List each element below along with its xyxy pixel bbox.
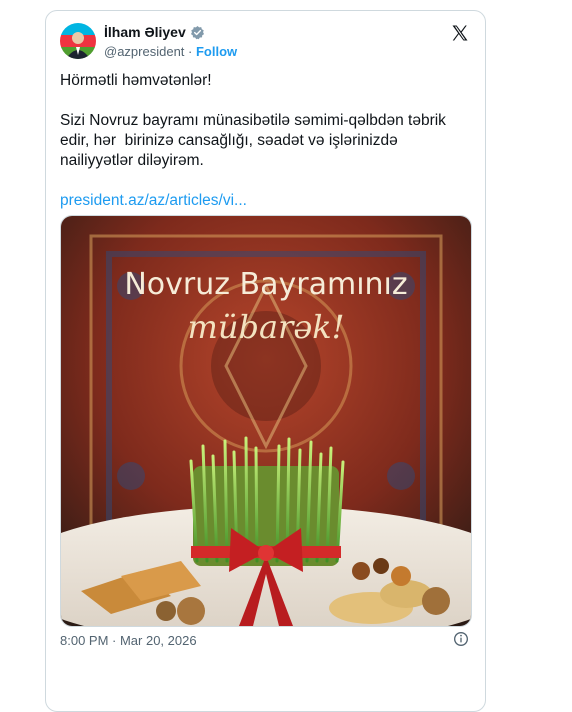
author-handle[interactable]: @azpresident (104, 44, 184, 59)
tweet-greeting: Hörmətli həmvətənlər! (60, 72, 212, 89)
article-link[interactable]: president.az/az/articles/vi... (60, 192, 247, 209)
image-script-text: mübarək! (188, 308, 345, 346)
handle-row: @azpresident · Follow (104, 44, 237, 59)
tweet-message: Sizi Novruz bayramı münasibətilə səmimi-… (60, 112, 451, 169)
novruz-greeting-image: Novruz Bayramınız mübarək! (61, 216, 471, 626)
avatar[interactable] (60, 23, 96, 59)
tweet-card: İlham Əliyev @azpresident · Follow Hörmə… (45, 10, 486, 712)
follow-button[interactable]: Follow (196, 44, 237, 59)
tweet-timestamp[interactable]: 8:00 PM · Mar 20, 2026 (60, 633, 197, 648)
x-logo-icon[interactable] (451, 24, 469, 42)
handle-separator: · (184, 44, 196, 59)
author-name-row: İlham Əliyev (104, 24, 205, 40)
tweet-body: Hörmətli həmvətənlər! Sizi Novruz bayram… (60, 71, 470, 231)
avatar-image (60, 23, 96, 59)
tweet-image[interactable]: Novruz Bayramınız mübarək! (60, 215, 472, 627)
image-headline: Novruz Bayramınız (124, 267, 407, 302)
info-icon[interactable] (453, 631, 469, 647)
verified-badge-icon (190, 25, 204, 39)
author-name[interactable]: İlham Əliyev (104, 24, 186, 40)
